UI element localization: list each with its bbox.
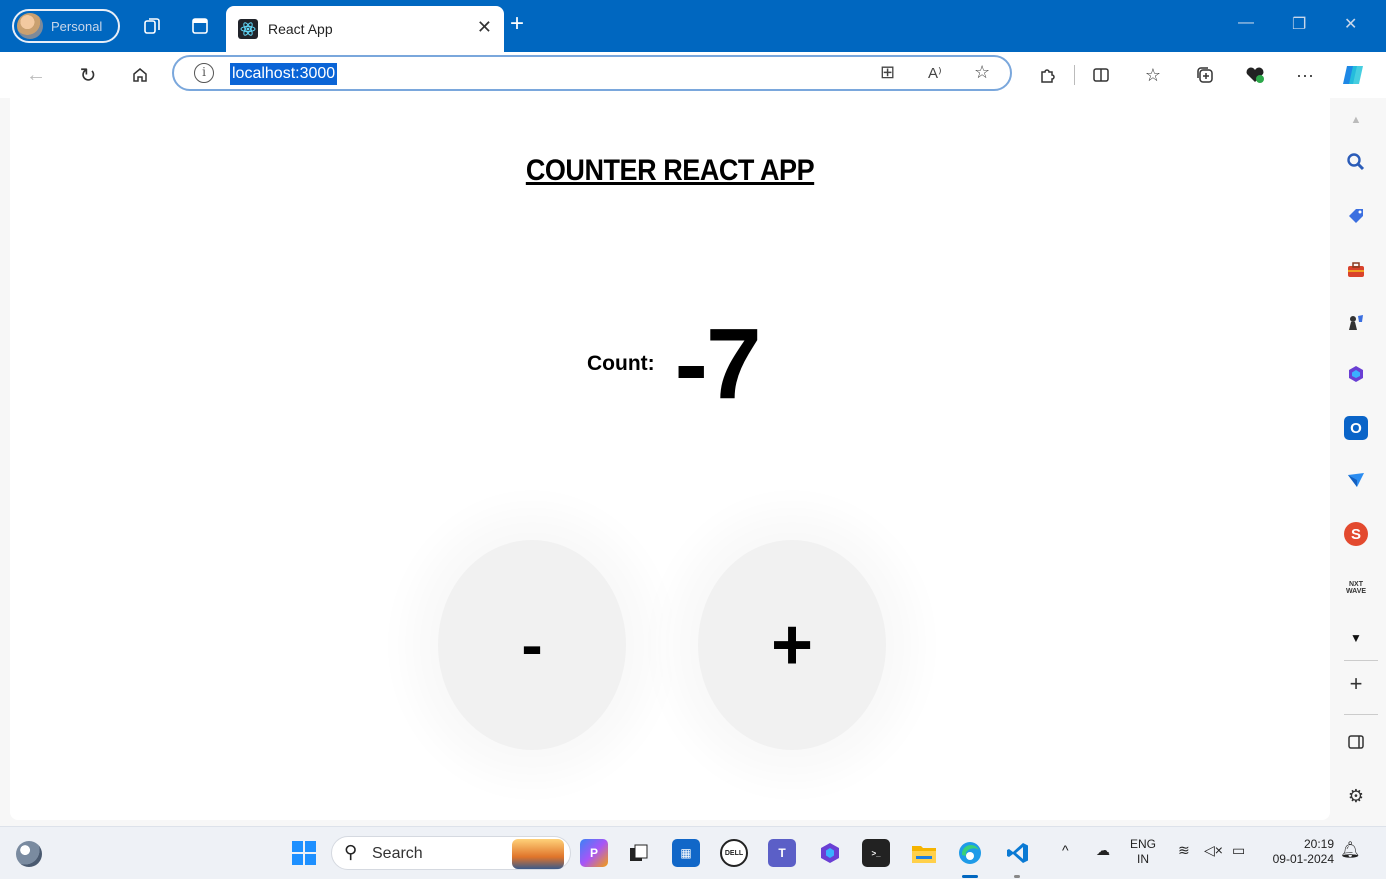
shopping-tag-icon[interactable] [1344, 204, 1368, 228]
taskbar-search-label: Search [372, 845, 423, 862]
start-icon[interactable] [290, 839, 318, 867]
nxtwave-icon[interactable]: NXT WAVE [1344, 576, 1368, 600]
counter-display: Count: -7 [587, 308, 762, 420]
edge-taskbar-icon[interactable] [956, 839, 984, 867]
collapse-down-icon[interactable]: ▼ [1344, 626, 1368, 650]
browser-title-bar: Personal React App ✕ + — ❐ ✕ [0, 0, 1386, 52]
close-tab-icon[interactable]: ✕ [477, 17, 492, 38]
vscode-icon[interactable] [1004, 839, 1032, 867]
site-info-icon[interactable]: i [194, 63, 214, 83]
s-app-icon[interactable]: S [1344, 522, 1368, 546]
sidebar-divider [1344, 660, 1378, 661]
copilot-icon[interactable] [1340, 63, 1366, 87]
decrement-button[interactable]: - [438, 540, 626, 750]
hide-sidebar-icon[interactable] [1344, 730, 1368, 754]
search-icon[interactable] [1344, 150, 1368, 174]
react-logo-icon [238, 19, 258, 39]
dell-icon[interactable]: DELL [720, 839, 748, 867]
vscode-running-indicator [1014, 875, 1020, 878]
new-tab-icon[interactable]: + [510, 12, 524, 36]
edge-sidebar: ▲ O S NXT WAVE ▼ + ⚙ [1336, 98, 1386, 826]
page-title: COUNTER REACT APP [525, 154, 815, 187]
close-window-icon[interactable]: ✕ [1344, 14, 1357, 34]
count-value: -7 [674, 308, 762, 420]
search-glass-icon: ⚲ [344, 842, 358, 862]
favorites-icon[interactable]: ☆ [1140, 63, 1166, 87]
page-body: COUNTER REACT APP Count: -7 - + [10, 98, 1330, 820]
language-bottom: IN [1137, 852, 1149, 866]
restore-icon[interactable]: ❐ [1292, 14, 1306, 34]
games-icon[interactable] [1344, 310, 1368, 334]
browser-essentials-icon[interactable] [1242, 63, 1268, 87]
more-icon[interactable]: ··· [1292, 63, 1318, 87]
count-label: Count: [587, 352, 655, 375]
outlook-icon[interactable]: O [1344, 416, 1368, 440]
microsoft-365-icon[interactable] [1344, 362, 1368, 386]
address-bar[interactable]: i localhost:3000 ⊞ A⁾ ☆ [172, 55, 1012, 91]
file-explorer-icon[interactable] [910, 839, 938, 867]
scroll-up-icon[interactable]: ▲ [1344, 108, 1368, 132]
m365-taskbar-icon[interactable] [816, 839, 844, 867]
language-top: ENG [1130, 837, 1157, 851]
read-aloud-icon[interactable]: A⁾ [928, 64, 942, 82]
weather-widget-icon[interactable] [16, 841, 42, 867]
extensions-icon[interactable] [1034, 63, 1060, 87]
copilot-preview-icon[interactable]: P [580, 839, 608, 867]
tab-actions-icon[interactable] [188, 14, 212, 38]
favorite-star-icon[interactable]: ☆ [974, 62, 990, 83]
browser-viewport: COUNTER REACT APP Count: -7 - + [0, 98, 1336, 826]
workspaces-icon[interactable] [140, 14, 164, 38]
notification-bell-icon[interactable]: 🔔︎ [1340, 843, 1360, 859]
profile-label: Personal [51, 18, 103, 34]
increment-button[interactable]: + [698, 540, 886, 750]
browser-toolbar: ← ↻ i localhost:3000 ⊞ A⁾ ☆ ☆ ··· [0, 52, 1386, 98]
tray-overflow-icon[interactable]: ^ [1062, 843, 1069, 858]
tools-icon[interactable] [1344, 258, 1368, 282]
collections-icon[interactable] [1192, 63, 1218, 87]
toolbar-divider [1074, 65, 1075, 85]
url-text[interactable]: localhost:3000 [230, 63, 338, 85]
clock-time: 20:19 [1303, 837, 1334, 851]
refresh-icon[interactable]: ↻ [76, 63, 100, 87]
send-icon[interactable] [1344, 468, 1368, 492]
battery-icon[interactable]: ▭ [1232, 843, 1245, 858]
avatar [17, 13, 43, 39]
sidebar-settings-icon[interactable]: ⚙ [1344, 784, 1368, 808]
tab-title: React App [268, 21, 333, 37]
app-available-icon[interactable]: ⊞ [880, 62, 895, 83]
add-app-icon[interactable]: + [1344, 671, 1368, 696]
home-icon[interactable] [128, 63, 152, 87]
tab-react-app[interactable]: React App ✕ [226, 6, 504, 52]
language-indicator[interactable]: ENG IN [1130, 837, 1156, 867]
taskbar-search[interactable]: ⚲ Search [331, 836, 571, 870]
microsoft-store-icon[interactable]: ▦ [672, 839, 700, 867]
task-view-icon[interactable] [624, 839, 652, 867]
minimize-icon[interactable]: — [1238, 14, 1254, 32]
teams-icon[interactable]: T [768, 839, 796, 867]
clock[interactable]: 20:19 09-01-2024 [1262, 837, 1334, 867]
search-highlight-icon [512, 839, 564, 869]
edge-active-indicator [962, 875, 978, 878]
profile-button[interactable]: Personal [12, 9, 120, 43]
terminal-icon[interactable]: >_ [862, 839, 890, 867]
back-icon[interactable]: ← [24, 63, 48, 87]
wifi-icon[interactable]: ≋ [1178, 843, 1190, 858]
windows-taskbar: ⚲ Search P ▦ DELL T >_ ^ ☁ ENG IN ≋ ◁× ▭… [0, 826, 1386, 879]
sidebar-divider-2 [1344, 714, 1378, 715]
onedrive-icon[interactable]: ☁ [1096, 843, 1110, 858]
clock-date: 09-01-2024 [1272, 852, 1334, 866]
volume-muted-icon[interactable]: ◁× [1204, 843, 1223, 858]
split-screen-icon[interactable] [1088, 63, 1114, 87]
